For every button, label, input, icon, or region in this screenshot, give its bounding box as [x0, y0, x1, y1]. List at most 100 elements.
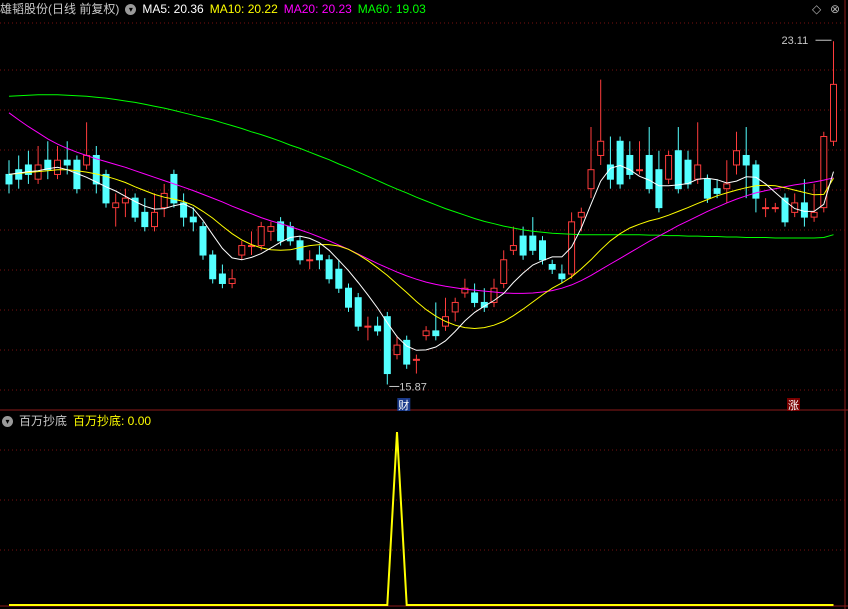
- candle-53: [519, 226, 527, 260]
- candle-31: [306, 250, 314, 270]
- candle-78: [762, 198, 770, 218]
- candle-5: [54, 146, 61, 180]
- candle-33: [325, 255, 333, 284]
- candle-68: [665, 150, 673, 184]
- candle-body-37: [364, 325, 372, 328]
- candle-body-43: [422, 330, 430, 337]
- candle-67: [655, 150, 663, 213]
- candle-body-14: [141, 211, 149, 228]
- candle-body-57: [558, 273, 566, 280]
- candle-8: [83, 122, 91, 170]
- candle-23: [228, 269, 236, 289]
- diamond-icon[interactable]: ◇: [812, 2, 821, 16]
- candle-body-56: [548, 264, 556, 270]
- candle-12: [121, 188, 129, 218]
- candle-body-85: [830, 83, 837, 142]
- candle-69: [674, 127, 682, 194]
- candle-84: [820, 131, 828, 213]
- candle-60: [587, 127, 595, 199]
- candle-body-54: [529, 235, 537, 251]
- candle-36: [354, 292, 362, 331]
- candle-body-36: [354, 297, 362, 327]
- candle-22: [218, 264, 226, 289]
- candle-body-63: [616, 140, 624, 185]
- candle-32: [315, 245, 323, 270]
- candle-65: [636, 141, 643, 175]
- candle-9: [92, 146, 100, 194]
- candle-74: [723, 160, 731, 203]
- candle-body-78: [762, 207, 770, 210]
- candle-61: [597, 79, 605, 165]
- candle-48: [471, 283, 479, 308]
- candle-62: [606, 136, 614, 189]
- candle-body-15: [151, 211, 158, 228]
- candle-0: [5, 160, 13, 194]
- candle-body-73: [713, 188, 721, 194]
- candle-29: [286, 221, 294, 246]
- candle-4: [44, 141, 52, 180]
- candle-body-52: [509, 245, 517, 251]
- candle-body-53: [519, 235, 527, 256]
- candle-37: [364, 316, 372, 341]
- candle-51: [500, 250, 508, 289]
- candle-body-6: [63, 159, 71, 166]
- candle-80: [781, 193, 789, 227]
- candle-body-24: [238, 245, 246, 256]
- candle-58: [568, 212, 576, 279]
- candle-body-12: [121, 197, 129, 204]
- candle-79: [771, 202, 779, 213]
- low-price-label: 15.87: [399, 381, 427, 393]
- candle-81: [791, 193, 799, 218]
- candle-body-22: [218, 273, 226, 284]
- candle-body-42: [412, 358, 420, 361]
- chevron-down-icon[interactable]: ▾: [2, 415, 13, 427]
- candle-body-23: [228, 278, 236, 284]
- candle-63: [616, 136, 624, 189]
- indicator-name: 百万抄底: [19, 414, 68, 428]
- candle-body-11: [112, 202, 120, 209]
- cai-marker: 财: [398, 398, 409, 412]
- candle-42: [412, 354, 420, 374]
- candle-38: [374, 316, 382, 336]
- candle-44: [432, 302, 440, 341]
- candle-35: [345, 283, 352, 312]
- candle-52: [509, 226, 517, 256]
- candle-body-48: [471, 292, 479, 303]
- candle-15: [151, 193, 158, 232]
- candle-body-16: [160, 192, 168, 209]
- ma10-label: MA10: 20.22: [209, 2, 278, 16]
- candle-46: [451, 297, 459, 322]
- zhang-marker: 涨: [788, 399, 799, 412]
- candle-21: [209, 250, 217, 284]
- candle-body-58: [568, 221, 576, 275]
- candle-body-44: [432, 330, 440, 337]
- candlestick-chart[interactable]: 23.11 15.87 财 涨: [0, 0, 848, 609]
- candle-body-46: [451, 301, 459, 313]
- chevron-down-icon[interactable]: ▾: [125, 3, 137, 15]
- candle-body-66: [645, 154, 653, 190]
- candle-54: [529, 217, 537, 256]
- candle-85: [830, 41, 837, 146]
- candle-body-0: [5, 173, 13, 185]
- candle-50: [490, 278, 498, 308]
- candle-41: [403, 335, 411, 369]
- candle-64: [626, 141, 634, 180]
- candle-2: [24, 150, 32, 184]
- candle-82: [800, 179, 808, 227]
- candle-body-61: [597, 140, 605, 156]
- candle-11: [112, 193, 120, 227]
- close-icon[interactable]: ⊗: [830, 2, 840, 16]
- indicator-header: ▾ 百万抄底 百万抄底: 0.00: [2, 412, 157, 430]
- candle-20: [199, 221, 207, 260]
- candle-17: [170, 169, 178, 208]
- candle-body-69: [674, 150, 682, 190]
- candle-body-19: [189, 216, 197, 223]
- candle-body-59: [577, 211, 585, 218]
- candle-30: [296, 236, 304, 265]
- candle-body-21: [209, 254, 217, 280]
- candle-body-83: [810, 211, 818, 218]
- ma20-label: MA20: 20.23: [283, 2, 352, 16]
- candle-body-30: [296, 240, 304, 261]
- high-price-label: 23.11: [782, 35, 809, 47]
- candle-body-72: [703, 178, 711, 199]
